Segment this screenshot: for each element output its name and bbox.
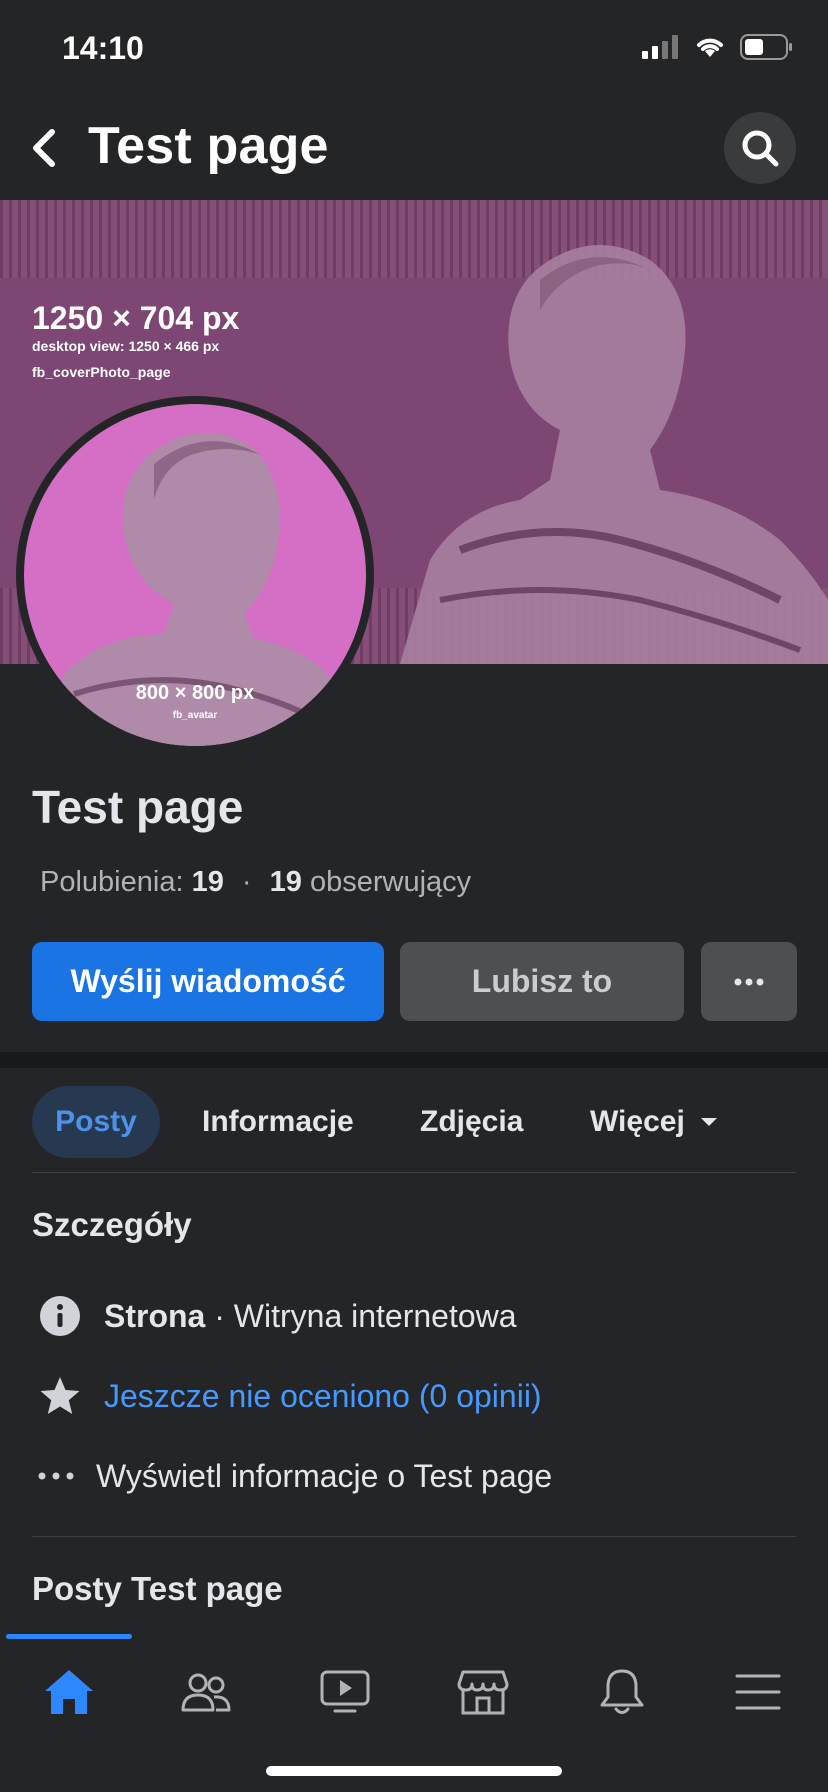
details-divider: [32, 1536, 796, 1537]
tabs-divider: [32, 1172, 796, 1173]
tab-more[interactable]: Więcej: [590, 1086, 719, 1158]
nav-notifications[interactable]: [582, 1660, 662, 1724]
posts-section-title: Posty Test page: [32, 1570, 283, 1607]
avatar[interactable]: 800 × 800 px fb_avatar: [16, 396, 374, 754]
info-icon: [38, 1294, 82, 1338]
followers-label: obserwujący: [309, 866, 472, 898]
nav-home[interactable]: [29, 1660, 109, 1724]
nav-watch[interactable]: [305, 1660, 385, 1724]
tab-posts[interactable]: Posty: [32, 1086, 160, 1158]
search-icon: [742, 130, 779, 167]
page-name: Test page: [32, 781, 244, 833]
tab-about[interactable]: Informacje: [202, 1086, 354, 1158]
section-divider: [0, 1052, 828, 1068]
tab-more-label: Więcej: [590, 1105, 685, 1138]
cover-desktop-text: desktop view: 1250 × 466 px: [32, 338, 220, 354]
likes-label: Polubienia:: [40, 866, 184, 898]
details-title: Szczegóły: [32, 1206, 192, 1243]
friends-icon: [181, 1673, 231, 1712]
marketplace-shop-icon: [457, 1670, 509, 1715]
avatar-name-text: fb_avatar: [172, 710, 218, 721]
send-message-button[interactable]: Wyślij wiadomość: [32, 942, 384, 1021]
category-row: Strona · Witryna internetowa: [38, 1294, 517, 1338]
status-icons: [642, 34, 794, 60]
stats-separator: ·: [241, 866, 252, 898]
video-play-icon: [320, 1670, 370, 1713]
page-stats: Polubienia: 19 · 19 obserwujący: [40, 866, 471, 899]
bell-icon: [600, 1669, 644, 1714]
like-button[interactable]: Lubisz to: [400, 942, 684, 1021]
rating-link[interactable]: Jeszcze nie oceniono (0 opinii): [104, 1378, 542, 1415]
likes-count: 19: [191, 866, 224, 898]
home-indicator: [266, 1766, 562, 1776]
nav-menu[interactable]: [718, 1660, 798, 1724]
caret-down-icon: [700, 1118, 717, 1126]
more-dots-small-icon: [34, 1454, 78, 1498]
category-value: · Witryna internetowa: [205, 1297, 517, 1334]
cover-size-text: 1250 × 704 px: [32, 300, 240, 336]
rating-row[interactable]: Jeszcze nie oceniono (0 opinii): [38, 1374, 542, 1418]
more-options-button[interactable]: [701, 942, 797, 1021]
wifi-icon: [697, 38, 723, 57]
avatar-size-text: 800 × 800 px: [135, 682, 255, 704]
tab-photos[interactable]: Zdjęcia: [420, 1086, 523, 1158]
chevron-left-icon: [33, 129, 55, 167]
home-icon: [45, 1670, 93, 1714]
status-time: 14:10: [62, 30, 144, 66]
nav-friends[interactable]: [166, 1660, 246, 1724]
hamburger-menu-icon: [735, 1674, 781, 1710]
see-info-label[interactable]: Wyświetl informacje o Test page: [96, 1458, 552, 1495]
nav-active-indicator: [6, 1634, 132, 1639]
more-dots-icon: [734, 978, 764, 985]
statue-illustration: [400, 245, 828, 664]
followers-count: 19: [269, 866, 302, 898]
battery-icon: [740, 34, 792, 60]
back-button[interactable]: [26, 126, 66, 170]
nav-marketplace[interactable]: [443, 1660, 523, 1724]
page-title: Test page: [88, 117, 329, 175]
cover-name-text: fb_coverPhoto_page: [32, 364, 171, 380]
category-type: Strona: [104, 1297, 206, 1334]
avatar-image: 800 × 800 px fb_avatar: [24, 404, 366, 746]
search-button[interactable]: [724, 112, 796, 184]
signal-icon: [642, 35, 678, 59]
see-info-row[interactable]: Wyświetl informacje o Test page: [34, 1454, 552, 1498]
star-icon: [38, 1374, 82, 1418]
